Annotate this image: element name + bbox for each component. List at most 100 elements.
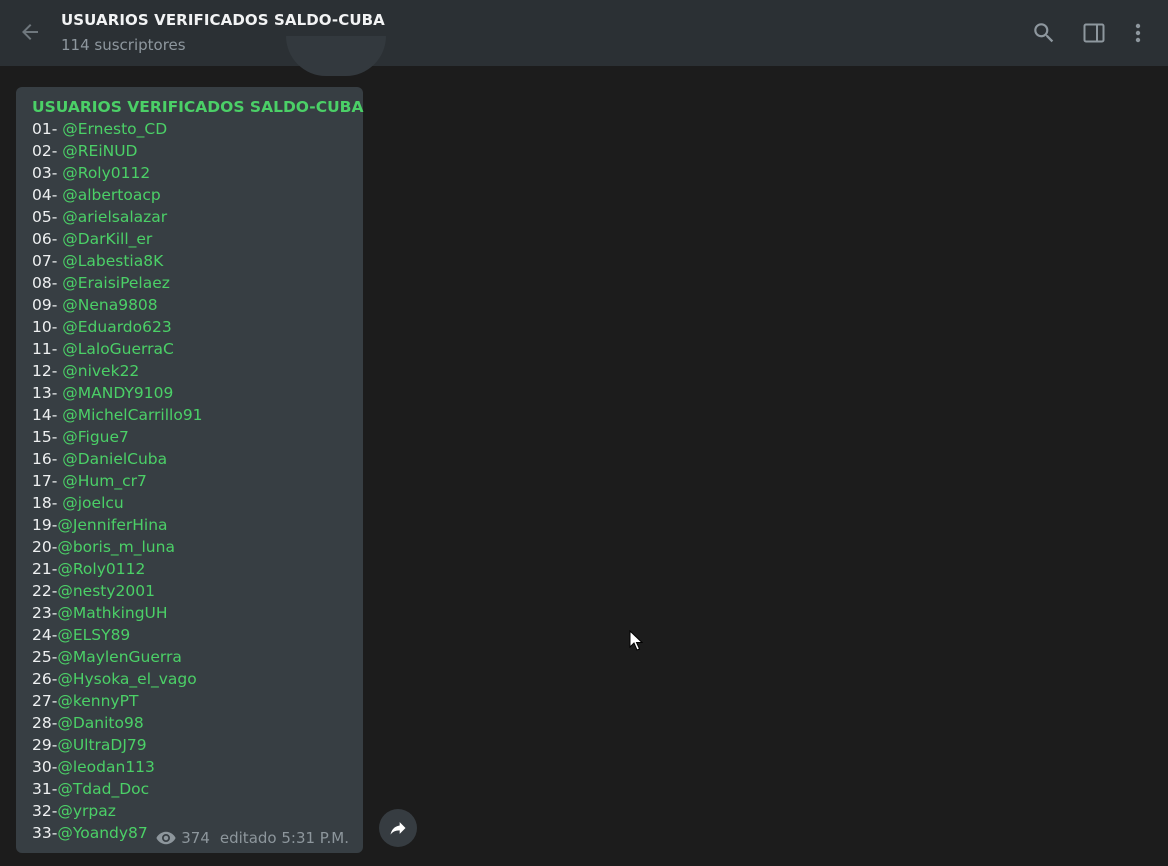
list-item-number: 15- <box>32 428 63 446</box>
user-mention-link[interactable]: @DanielCuba <box>62 450 167 468</box>
user-mention-link[interactable]: @Eduardo623 <box>62 318 171 336</box>
list-item-number: 08- <box>32 274 63 292</box>
user-mention-link[interactable]: @joelcu <box>62 494 123 512</box>
edited-time: editado 5:31 P.M. <box>219 829 349 847</box>
list-item-number: 10- <box>32 318 63 336</box>
search-button[interactable] <box>1028 17 1060 49</box>
list-item-number: 20- <box>32 538 58 556</box>
user-mention-link[interactable]: @boris_m_luna <box>57 538 175 556</box>
list-item: 08- @EraisiPelaez <box>32 272 203 294</box>
eye-icon <box>156 831 176 845</box>
list-item: 17- @Hum_cr7 <box>32 470 203 492</box>
user-mention-link[interactable]: @ELSY89 <box>57 626 130 644</box>
user-mention-link[interactable]: @leodan113 <box>57 758 155 776</box>
list-item-number: 14- <box>32 406 63 424</box>
user-mention-link[interactable]: @UltraDJ79 <box>57 736 146 754</box>
list-item: 03- @Roly0112 <box>32 162 203 184</box>
user-mention-link[interactable]: @Hum_cr7 <box>62 472 147 490</box>
search-icon <box>1034 23 1054 43</box>
list-item: 09- @Nena9808 <box>32 294 203 316</box>
message-meta: 374 editado 5:31 P.M. <box>156 827 349 849</box>
user-mention-link[interactable]: @EraisiPelaez <box>62 274 170 292</box>
list-item-number: 09- <box>32 296 63 314</box>
user-mention-link[interactable]: @Labestia8K <box>62 252 163 270</box>
list-item-number: 21- <box>32 560 58 578</box>
user-mention-link[interactable]: @MichelCarrillo91 <box>62 406 202 424</box>
user-mention-link[interactable]: @MANDY9109 <box>62 384 173 402</box>
user-list: 01- @Ernesto_CD 02- @REiNUD 03- @Roly0112 0… <box>32 118 203 844</box>
user-mention-link[interactable]: @REiNUD <box>62 142 137 160</box>
more-options-button[interactable] <box>1122 17 1154 49</box>
list-item: 14- @MichelCarrillo91 <box>32 404 203 426</box>
user-mention-link[interactable]: @yrpaz <box>57 802 116 820</box>
list-item: 06- @DarKill_er <box>32 228 203 250</box>
list-item: 21-@Roly0112 <box>32 558 203 580</box>
user-mention-link[interactable]: @MathkingUH <box>57 604 167 622</box>
user-mention-link[interactable]: @Roly0112 <box>57 560 145 578</box>
sidebar-toggle-button[interactable] <box>1078 17 1110 49</box>
user-mention-link[interactable]: @Tdad_Doc <box>57 780 149 798</box>
list-item-number: 27- <box>32 692 58 710</box>
list-item-number: 33- <box>32 824 58 842</box>
list-item: 24-@ELSY89 <box>32 624 203 646</box>
user-mention-link[interactable]: @DarKill_er <box>62 230 152 248</box>
user-mention-link[interactable]: @Ernesto_CD <box>62 120 167 138</box>
list-item-number: 12- <box>32 362 63 380</box>
list-item: 10- @Eduardo623 <box>32 316 203 338</box>
user-mention-link[interactable]: @LaloGuerraC <box>62 340 174 358</box>
forward-arrow-icon <box>390 822 406 835</box>
user-mention-link[interactable]: @kennyPT <box>57 692 138 710</box>
message-bubble: USUARIOS VERIFICADOS SALDO-CUBA 01- @Ern… <box>16 87 363 853</box>
message-title[interactable]: USUARIOS VERIFICADOS SALDO-CUBA <box>32 96 363 118</box>
list-item-number: 23- <box>32 604 58 622</box>
user-mention-link[interactable]: @albertoacp <box>62 186 160 204</box>
list-item-number: 01- <box>32 120 63 138</box>
list-item: 13- @MANDY9109 <box>32 382 203 404</box>
list-item: 20-@boris_m_luna <box>32 536 203 558</box>
user-mention-link[interactable]: @Hysoka_el_vago <box>57 670 196 688</box>
user-mention-link[interactable]: @Nena9808 <box>62 296 157 314</box>
list-item-number: 19- <box>32 516 58 534</box>
user-mention-link[interactable]: @arielsalazar <box>62 208 167 226</box>
list-item: 12- @nivek22 <box>32 360 203 382</box>
list-item-number: 25- <box>32 648 58 666</box>
back-button[interactable] <box>14 16 46 48</box>
list-item-number: 11- <box>32 340 63 358</box>
user-mention-link[interactable]: @Figue7 <box>62 428 129 446</box>
list-item-number: 06- <box>32 230 63 248</box>
list-item: 28-@Danito98 <box>32 712 203 734</box>
user-mention-link[interactable]: @Roly0112 <box>62 164 150 182</box>
list-item-number: 24- <box>32 626 58 644</box>
list-item: 16- @DanielCuba <box>32 448 203 470</box>
list-item-number: 02- <box>32 142 63 160</box>
list-item-number: 22- <box>32 582 58 600</box>
forward-button[interactable] <box>379 809 417 847</box>
list-item-number: 31- <box>32 780 58 798</box>
user-mention-link[interactable]: @JenniferHina <box>57 516 167 534</box>
list-item: 30-@leodan113 <box>32 756 203 778</box>
list-item: 07- @Labestia8K <box>32 250 203 272</box>
list-item: 04- @albertoacp <box>32 184 203 206</box>
user-mention-link[interactable]: @nivek22 <box>62 362 139 380</box>
list-item: 31-@Tdad_Doc <box>32 778 203 800</box>
list-item-number: 16- <box>32 450 63 468</box>
user-mention-link[interactable]: @nesty2001 <box>57 582 155 600</box>
list-item: 25-@MaylenGuerra <box>32 646 203 668</box>
channel-photo-partial <box>286 36 386 76</box>
list-item: 01- @Ernesto_CD <box>32 118 203 140</box>
list-item: 19-@JenniferHina <box>32 514 203 536</box>
back-arrow-icon <box>22 24 38 40</box>
list-item-number: 30- <box>32 758 58 776</box>
list-item-number: 03- <box>32 164 63 182</box>
list-item: 23-@MathkingUH <box>32 602 203 624</box>
more-vert-icon <box>1135 23 1141 43</box>
list-item-number: 13- <box>32 384 63 402</box>
list-item: 02- @REiNUD <box>32 140 203 162</box>
sidebar-toggle-icon <box>1083 23 1105 43</box>
user-mention-link[interactable]: @MaylenGuerra <box>57 648 182 666</box>
list-item-number: 29- <box>32 736 58 754</box>
chat-header: USUARIOS VERIFICADOS SALDO-CUBA 114 susc… <box>0 0 1168 66</box>
list-item-number: 32- <box>32 802 58 820</box>
user-mention-link[interactable]: @Danito98 <box>57 714 143 732</box>
user-mention-link[interactable]: @Yoandy87 <box>57 824 147 842</box>
